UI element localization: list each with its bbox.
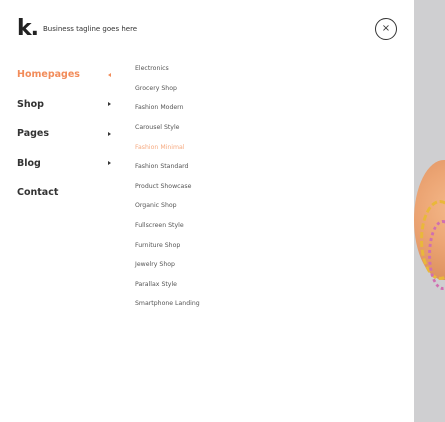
submenu-item-organic-shop[interactable]: Organic Shop [135, 196, 255, 216]
menu-item-label: Shop [17, 98, 44, 110]
main-menu: Homepages Shop Pages Blog Contact [17, 60, 117, 208]
submenu-item-electronics[interactable]: Electronics [135, 59, 255, 79]
chevron-right-icon [108, 102, 111, 107]
menu-item-blog[interactable]: Blog [17, 149, 117, 179]
submenu-item-fullscreen-style[interactable]: Fullscreen Style [135, 216, 255, 236]
menu-item-label: Blog [17, 157, 41, 169]
close-button[interactable]: × [375, 18, 397, 40]
background-photo-fragment [414, 160, 445, 300]
submenu-item-product-showcase[interactable]: Product Showcase [135, 177, 255, 197]
logo[interactable]: k. [17, 18, 39, 40]
page: k. Business tagline goes here × Homepage… [0, 0, 445, 422]
homepages-submenu: Electronics Grocery Shop Fashion Modern … [135, 59, 255, 314]
submenu-item-fashion-minimal[interactable]: Fashion Minimal [135, 137, 255, 157]
chevron-right-icon [108, 161, 111, 166]
submenu-item-fashion-modern[interactable]: Fashion Modern [135, 98, 255, 118]
menu-item-homepages[interactable]: Homepages [17, 60, 117, 90]
menu-item-contact[interactable]: Contact [17, 178, 117, 208]
chevron-left-icon [108, 72, 111, 77]
submenu-item-parallax-style[interactable]: Parallax Style [135, 275, 255, 295]
chevron-right-icon [108, 131, 111, 136]
business-tagline: Business tagline goes here [43, 25, 138, 33]
submenu-item-jewelry-shop[interactable]: Jewelry Shop [135, 255, 255, 275]
menu-item-label: Homepages [17, 69, 80, 81]
submenu-item-fashion-standard[interactable]: Fashion Standard [135, 157, 255, 177]
menu-panel: k. Business tagline goes here × Homepage… [0, 0, 414, 422]
menu-item-shop[interactable]: Shop [17, 90, 117, 120]
menu-item-pages[interactable]: Pages [17, 119, 117, 149]
submenu-item-smartphone-landing[interactable]: Smartphone Landing [135, 294, 255, 314]
close-icon: × [381, 23, 391, 34]
menu-item-label: Pages [17, 128, 50, 140]
submenu-item-carousel-style[interactable]: Carousel Style [135, 118, 255, 138]
submenu-item-grocery-shop[interactable]: Grocery Shop [135, 79, 255, 99]
menu-item-label: Contact [17, 187, 59, 199]
submenu-item-furniture-shop[interactable]: Furniture Shop [135, 235, 255, 255]
